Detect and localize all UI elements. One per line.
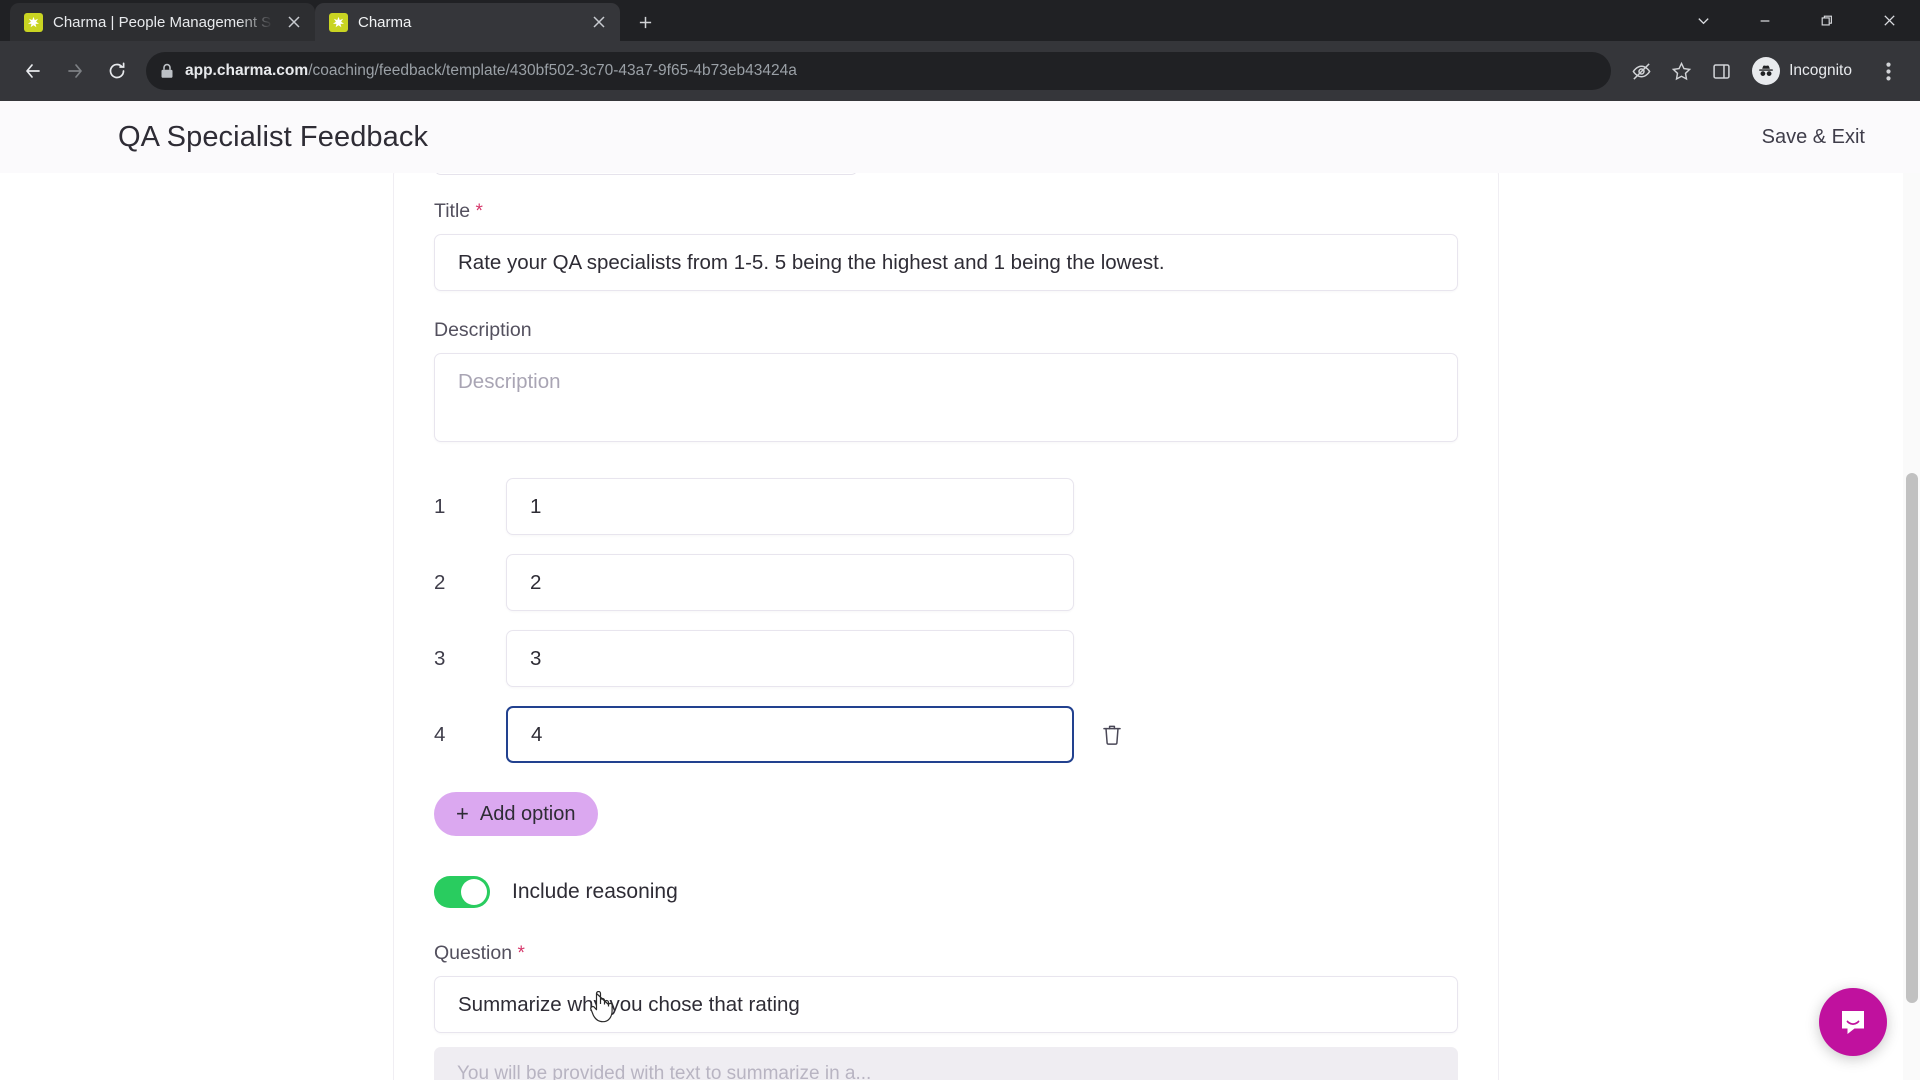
tab-title: Charma | People Management S	[53, 13, 272, 31]
page-title: QA Specialist Feedback	[118, 120, 429, 153]
option-row: 4 4	[434, 706, 1458, 763]
restore-icon[interactable]	[1796, 0, 1858, 41]
page-scrollbar-thumb[interactable]	[1906, 473, 1918, 1003]
browser-tab-1[interactable]: Charma | People Management S	[10, 3, 315, 41]
close-icon[interactable]	[283, 11, 305, 33]
option-input[interactable]: 4	[506, 706, 1074, 763]
page-viewport: QA Specialist Feedback Save & Exit Title…	[0, 101, 1920, 1080]
browser-window: Charma | People Management S Charma app.…	[0, 0, 1920, 1080]
question-input[interactable]: Summarize why you chose that rating	[434, 976, 1458, 1033]
url-path: /coaching/feedback/template/430bf502-3c7…	[308, 62, 797, 79]
browser-toolbar: app.charma.com/coaching/feedback/templat…	[0, 41, 1920, 101]
option-input[interactable]: 3	[506, 630, 1074, 687]
forward-button[interactable]	[56, 52, 94, 90]
delete-option-icon[interactable]	[1097, 720, 1127, 750]
options-list: 1 1 2 2 3 3 4 4	[434, 478, 1458, 763]
plus-icon: +	[456, 801, 469, 826]
description-field-group: Description Description	[434, 319, 1458, 442]
close-icon[interactable]	[1858, 0, 1920, 41]
question-field-group: Question * Summarize why you chose that …	[434, 942, 1458, 1033]
page-scrollbar[interactable]	[1903, 173, 1920, 1080]
title-field-group: Title * Rate your QA specialists from 1-…	[434, 165, 1458, 291]
option-input[interactable]: 1	[506, 478, 1074, 535]
title-label: Title *	[434, 200, 483, 222]
eye-off-icon[interactable]	[1623, 53, 1659, 89]
add-option-button[interactable]: + Add option	[434, 792, 598, 836]
incognito-profile-button[interactable]: Incognito	[1747, 53, 1866, 89]
feedback-template-card: Title * Rate your QA specialists from 1-…	[394, 119, 1498, 1080]
three-dot-menu-icon[interactable]	[1870, 53, 1906, 89]
question-hint-box: You will be provided with text to summar…	[434, 1047, 1458, 1080]
description-label: Description	[434, 319, 532, 341]
incognito-label: Incognito	[1789, 62, 1852, 79]
address-bar-url: app.charma.com/coaching/feedback/templat…	[185, 62, 797, 80]
option-row: 3 3	[434, 630, 1458, 687]
include-reasoning-toggle[interactable]	[434, 876, 490, 908]
minimize-icon[interactable]	[1734, 0, 1796, 41]
chevron-down-icon[interactable]	[1672, 0, 1734, 41]
option-index: 4	[434, 722, 446, 746]
charma-star-icon	[329, 12, 348, 32]
charma-star-icon	[24, 12, 43, 32]
save-and-exit-button[interactable]: Save & Exit	[1762, 126, 1865, 149]
close-icon[interactable]	[588, 11, 610, 33]
description-textarea[interactable]: Description	[434, 353, 1458, 442]
required-marker: *	[475, 201, 483, 222]
reload-button[interactable]	[98, 52, 136, 90]
include-reasoning-label: Include reasoning	[512, 880, 678, 903]
tab-strip: Charma | People Management S Charma	[0, 0, 1920, 41]
new-tab-button[interactable]	[628, 5, 662, 39]
browser-tab-2[interactable]: Charma	[315, 3, 620, 41]
title-input[interactable]: Rate your QA specialists from 1-5. 5 bei…	[434, 234, 1458, 291]
toggle-knob	[461, 879, 487, 905]
url-host: app.charma.com	[185, 62, 309, 79]
include-reasoning-row: Include reasoning	[434, 876, 1458, 908]
scroll-area: Title * Rate your QA specialists from 1-…	[0, 119, 1920, 1080]
window-controls	[1672, 0, 1920, 41]
option-row: 1 1	[434, 478, 1458, 535]
intercom-chat-launcher[interactable]	[1819, 988, 1887, 1056]
tab-title: Charma	[358, 13, 412, 31]
question-label: Question *	[434, 942, 525, 964]
option-index: 3	[434, 646, 446, 670]
option-index: 2	[434, 570, 446, 594]
side-panel-icon[interactable]	[1703, 53, 1739, 89]
address-bar[interactable]: app.charma.com/coaching/feedback/templat…	[146, 52, 1612, 90]
back-button[interactable]	[14, 52, 52, 90]
option-input[interactable]: 2	[506, 554, 1074, 611]
incognito-icon	[1752, 57, 1781, 85]
app-header: QA Specialist Feedback Save & Exit	[0, 101, 1920, 173]
lock-icon	[160, 63, 174, 79]
option-index: 1	[434, 494, 446, 518]
add-option-label: Add option	[479, 802, 576, 825]
option-row: 2 2	[434, 554, 1458, 611]
star-icon[interactable]	[1663, 53, 1699, 89]
required-marker: *	[517, 943, 525, 964]
